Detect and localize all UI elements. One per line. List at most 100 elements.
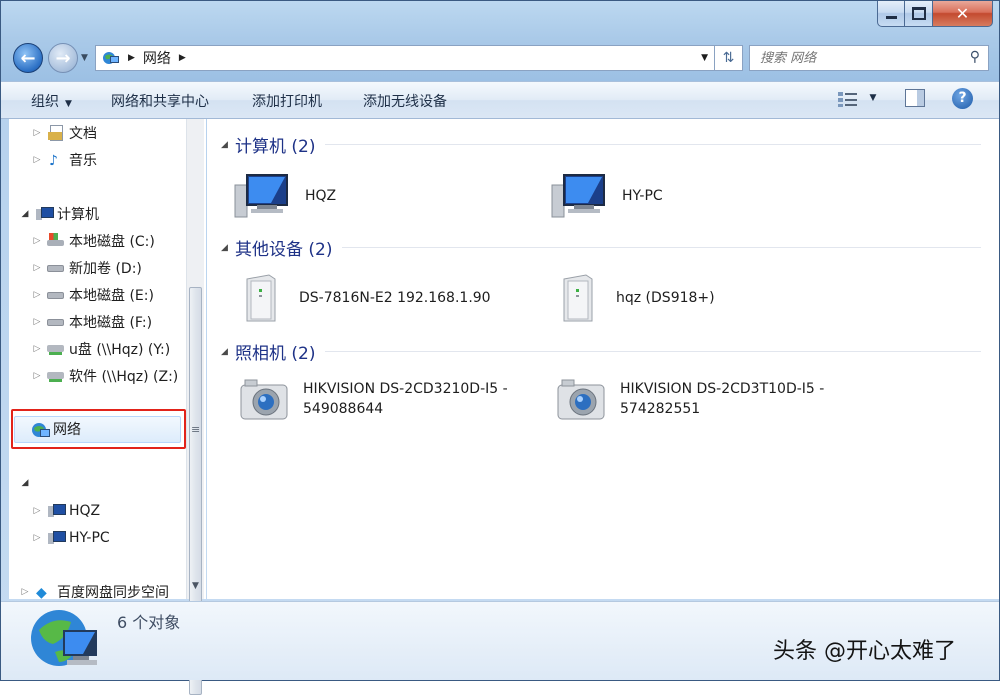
group-divider <box>342 247 981 248</box>
caption-buttons: ✕ <box>877 1 993 29</box>
maximize-icon <box>911 7 926 20</box>
music-icon: ♪ <box>49 153 58 169</box>
breadcrumb-separator-icon[interactable]: ▶ <box>179 53 186 63</box>
navigation-pane: ▷ 文档 ▷ ♪ 音乐 ◢ 计算机 ▷ 本地磁盘 (C:) ▷ 新加卷 (D:)… <box>9 119 206 599</box>
watermark: 头条 @开心太难了 <box>773 639 956 664</box>
computer-icon <box>551 174 605 218</box>
minimize-button[interactable] <box>877 1 905 27</box>
refresh-icon: ⇅ <box>722 50 735 66</box>
sidebar-item-baidu-sync[interactable]: ▷ ◆ 百度网盘同步空间 <box>19 580 169 599</box>
expand-icon[interactable]: ▷ <box>31 371 43 381</box>
expand-icon[interactable]: ▷ <box>31 128 43 138</box>
documents-icon <box>47 125 65 141</box>
expand-icon[interactable]: ▷ <box>31 236 43 246</box>
collapse-icon[interactable]: ◢ <box>221 243 235 253</box>
scroll-down-icon[interactable]: ▼ <box>192 581 199 591</box>
computer-item-hy-pc[interactable]: HY-PC <box>550 171 663 221</box>
expand-icon[interactable]: ▷ <box>31 344 43 354</box>
search-box[interactable]: ⚲ <box>749 45 989 71</box>
collapse-icon[interactable]: ◢ <box>221 140 235 150</box>
sidebar-item-drive-e[interactable]: ▷ 本地磁盘 (E:) <box>31 283 154 307</box>
sidebar-item-drive-c[interactable]: ▷ 本地磁盘 (C:) <box>31 229 155 253</box>
expand-icon[interactable]: ▷ <box>19 587 31 597</box>
navigation-scrollbar[interactable]: ≡ ▼ <box>186 119 204 695</box>
arrow-right-icon: → <box>55 47 71 69</box>
sidebar-item-documents[interactable]: ▷ 文档 <box>31 121 97 145</box>
sidebar-item-network-expand[interactable]: ◢ <box>19 471 31 495</box>
item-count: 6 个对象 <box>117 613 181 632</box>
network-icon <box>31 610 97 666</box>
help-button[interactable]: ? <box>952 88 973 109</box>
view-options-button[interactable]: ▼ <box>837 90 876 112</box>
sidebar-item-hy-pc[interactable]: ▷ HY-PC <box>31 526 110 550</box>
server-device-icon <box>563 274 593 322</box>
sidebar-item-drive-f[interactable]: ▷ 本地磁盘 (F:) <box>31 310 153 334</box>
preview-pane-button[interactable] <box>905 89 925 111</box>
expand-icon[interactable]: ▷ <box>31 317 43 327</box>
network-icon <box>103 52 119 64</box>
address-dropdown-icon[interactable]: ▼ <box>701 53 708 63</box>
server-device-icon <box>246 274 276 322</box>
breadcrumb-network[interactable]: 网络 <box>143 48 171 68</box>
device-item-ds-7816n[interactable]: DS-7816N-E2 192.168.1.90 <box>239 273 491 323</box>
computer-item-hqz[interactable]: HQZ <box>233 171 336 221</box>
expand-icon[interactable]: ▷ <box>31 263 43 273</box>
expand-icon[interactable]: ▷ <box>31 533 43 543</box>
close-button[interactable]: ✕ <box>933 1 993 27</box>
sidebar-item-hqz[interactable]: ▷ HQZ <box>31 499 101 523</box>
expand-icon[interactable]: ▷ <box>31 155 43 165</box>
collapse-icon[interactable]: ◢ <box>19 209 31 219</box>
computer-icon <box>47 503 66 519</box>
help-icon: ? <box>952 88 973 109</box>
scrollbar-grip-icon: ≡ <box>191 423 201 436</box>
refresh-button[interactable]: ⇅ <box>715 45 743 71</box>
address-bar[interactable]: ▶ 网络 ▶ ▼ <box>95 45 715 71</box>
group-header-cameras[interactable]: ◢ 照相机 (2) <box>221 339 981 364</box>
organize-button[interactable]: 组织 ▼ <box>31 91 72 111</box>
minimize-icon <box>885 16 897 19</box>
maximize-button[interactable] <box>905 1 933 27</box>
network-drive-icon <box>47 368 65 384</box>
chevron-down-icon: ▼ <box>65 99 72 109</box>
network-center-button[interactable]: 网络和共享中心 <box>111 91 209 111</box>
content-pane: ◢ 计算机 (2) HQZ HY-PC ◢ 其他设备 (2) DS-7816N-… <box>207 119 999 599</box>
baidu-sync-icon: ◆ <box>36 585 47 599</box>
drive-icon <box>47 260 65 276</box>
collapse-icon[interactable]: ◢ <box>221 347 235 357</box>
group-header-computers[interactable]: ◢ 计算机 (2) <box>221 132 981 157</box>
camera-icon <box>557 379 605 420</box>
back-button[interactable]: ← <box>13 43 43 73</box>
arrow-left-icon: ← <box>20 47 36 69</box>
sidebar-item-music[interactable]: ▷ ♪ 音乐 <box>31 148 97 172</box>
breadcrumb-separator-icon[interactable]: ▶ <box>128 53 135 63</box>
camera-icon <box>240 379 288 420</box>
expand-icon[interactable]: ▷ <box>31 506 43 516</box>
sidebar-item-drive-d[interactable]: ▷ 新加卷 (D:) <box>31 256 142 280</box>
camera-item-3t10d[interactable]: HIKVISION DS-2CD3T10D-I5 - 574282551 <box>556 377 824 421</box>
computer-icon <box>47 530 66 546</box>
chevron-down-icon: ▼ <box>869 93 877 103</box>
collapse-icon[interactable]: ◢ <box>19 478 31 488</box>
group-header-other-devices[interactable]: ◢ 其他设备 (2) <box>221 235 981 260</box>
network-drive-icon <box>47 341 65 357</box>
expand-icon[interactable]: ▷ <box>31 290 43 300</box>
history-dropdown-icon[interactable]: ▼ <box>81 53 88 63</box>
search-input[interactable] <box>758 49 962 67</box>
search-icon[interactable]: ⚲ <box>970 49 980 65</box>
forward-button[interactable]: → <box>48 43 78 73</box>
sidebar-item-computer[interactable]: ◢ 计算机 <box>19 202 99 226</box>
device-item-ds918[interactable]: hqz (DS918+) <box>556 273 715 323</box>
sidebar-item-drive-z[interactable]: ▷ 软件 (\\Hqz) (Z:) <box>31 364 179 388</box>
add-wireless-button[interactable]: 添加无线设备 <box>363 91 447 111</box>
command-bar: 组织 ▼ 网络和共享中心 添加打印机 添加无线设备 ▼ ? <box>1 81 999 119</box>
camera-item-3210d[interactable]: HIKVISION DS-2CD3210D-I5 - 549088644 <box>239 377 508 421</box>
group-divider <box>325 144 981 145</box>
annotation-highlight-box <box>11 409 186 449</box>
preview-pane-icon <box>905 89 925 107</box>
add-printer-button[interactable]: 添加打印机 <box>252 91 322 111</box>
drive-icon <box>47 287 65 303</box>
view-list-icon <box>838 92 857 107</box>
sidebar-item-drive-y[interactable]: ▷ u盘 (\\Hqz) (Y:) <box>31 337 171 361</box>
drive-icon <box>47 314 65 330</box>
group-divider <box>325 351 981 352</box>
